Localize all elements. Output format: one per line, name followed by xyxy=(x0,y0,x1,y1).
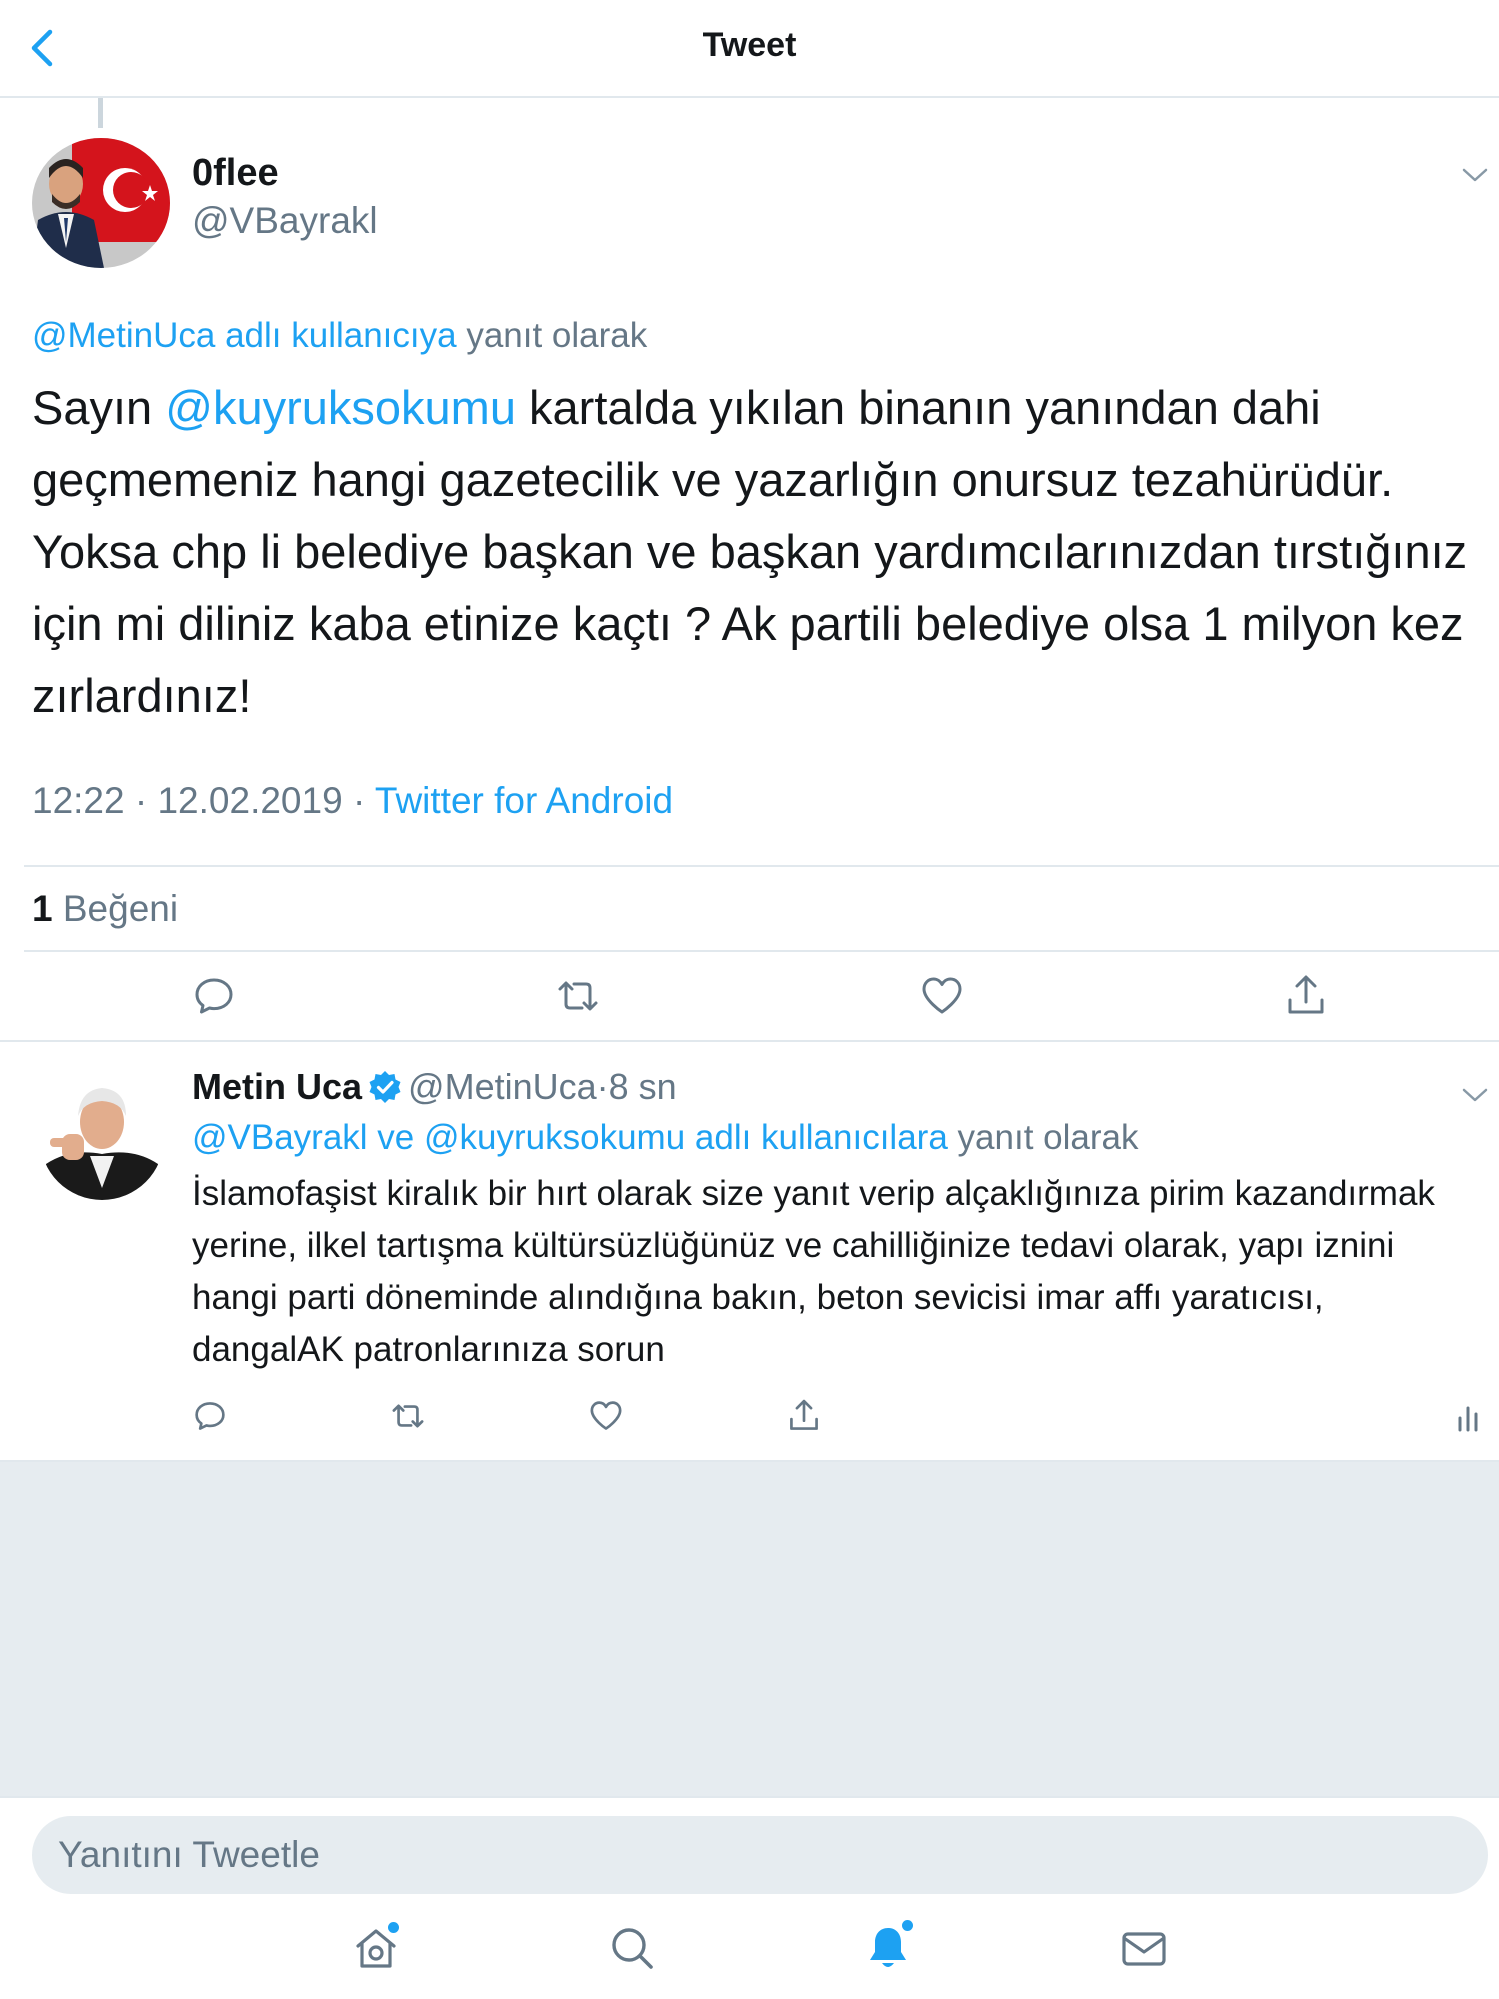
reply-button[interactable] xyxy=(186,968,242,1024)
replying-to-suffix: yanıt olarak xyxy=(456,316,648,355)
replying-to-link[interactable]: @MetinUca adlı kullanıcıya xyxy=(32,316,457,355)
likes-label: Beğeni xyxy=(52,888,179,929)
reply-author-handle[interactable]: @MetinUca xyxy=(408,1066,597,1107)
tweet-time: 12:22 xyxy=(32,780,125,821)
thread-connector-line xyxy=(98,98,103,128)
author-name[interactable]: 0flee xyxy=(192,152,279,195)
chevron-down-icon xyxy=(1462,168,1488,182)
bar-chart-icon xyxy=(1458,1406,1478,1432)
reply-timestamp: 8 sn xyxy=(608,1066,677,1107)
chevron-down-icon xyxy=(1462,1088,1488,1102)
meta-separator: · xyxy=(124,780,158,821)
heart-icon xyxy=(922,977,962,1014)
author-handle[interactable]: @VBayrakl xyxy=(192,200,378,242)
speech-bubble-icon xyxy=(195,1402,225,1430)
speech-bubble-icon xyxy=(195,978,233,1014)
reply-button[interactable] xyxy=(188,1394,232,1438)
verified-badge-icon xyxy=(369,1071,401,1103)
envelope-icon xyxy=(1122,1932,1166,1966)
heart-icon xyxy=(590,1401,622,1430)
avatar-image xyxy=(32,138,170,268)
tweet-text-prefix: Sayın xyxy=(32,381,166,434)
retweet-button[interactable] xyxy=(386,1394,430,1438)
avatar-image xyxy=(40,1076,164,1200)
analytics-button[interactable] xyxy=(1448,1394,1492,1438)
like-button[interactable] xyxy=(914,968,970,1024)
focused-tweet: 0flee @VBayrakl @MetinUca adlı kullanıcı… xyxy=(0,98,1499,1042)
likes-summary[interactable]: 1 Beğeni xyxy=(32,888,178,930)
tweet-options-button[interactable] xyxy=(1460,1084,1490,1106)
replying-to-suffix: yanıt olarak xyxy=(947,1118,1139,1157)
retweet-button[interactable] xyxy=(550,968,606,1024)
author-avatar[interactable] xyxy=(32,138,170,268)
top-navigation-bar: Tweet xyxy=(0,0,1499,98)
new-content-indicator xyxy=(388,1922,399,1933)
tab-search[interactable] xyxy=(600,1916,664,1980)
reply-action-bar xyxy=(0,1394,1499,1444)
tweet-source-link[interactable]: Twitter for Android xyxy=(375,780,673,821)
reply-header: Metin Uca @MetinUca·8 sn xyxy=(192,1066,677,1108)
like-button[interactable] xyxy=(584,1394,628,1438)
replying-to-link[interactable]: @VBayrakl ve @kuyruksokumu adlı kullanıc… xyxy=(192,1118,948,1157)
empty-replies-area xyxy=(0,1460,1499,1796)
divider xyxy=(24,865,1499,867)
reply-tweet-text: İslamofaşist kiralık bir hırt olarak siz… xyxy=(192,1174,1435,1369)
tweet-text: Sayın @kuyruksokumu kartalda yıkılan bin… xyxy=(32,372,1472,732)
tab-notifications[interactable] xyxy=(856,1916,920,1980)
mention-link[interactable]: @kuyruksokumu xyxy=(165,381,516,434)
tab-messages[interactable] xyxy=(1112,1916,1176,1980)
reply-tweet[interactable]: Metin Uca @MetinUca·8 sn @VBayrakl ve @k… xyxy=(0,1042,1499,1460)
divider xyxy=(24,950,1499,952)
reply-compose-input[interactable]: Yanıtını Tweetle xyxy=(32,1816,1488,1894)
likes-count: 1 xyxy=(32,888,53,929)
share-button[interactable] xyxy=(1278,968,1334,1024)
bottom-tab-bar xyxy=(0,1916,1499,1996)
reply-author-name[interactable]: Metin Uca xyxy=(192,1066,362,1107)
new-content-indicator xyxy=(902,1920,913,1931)
tweet-action-bar xyxy=(0,968,1499,1028)
meta-separator: · xyxy=(342,780,375,821)
share-icon xyxy=(1288,975,1324,1014)
retweet-icon xyxy=(392,1404,424,1428)
share-icon xyxy=(790,1399,818,1430)
replying-to-context: @VBayrakl ve @kuyruksokumu adlı kullanıc… xyxy=(192,1118,1138,1158)
reply-author-avatar[interactable] xyxy=(40,1076,164,1200)
tweet-options-button[interactable] xyxy=(1460,164,1490,186)
retweet-icon xyxy=(558,981,598,1011)
share-button[interactable] xyxy=(782,1394,826,1438)
tweet-metadata: 12:22 · 12.02.2019 · Twitter for Android xyxy=(32,780,673,822)
search-icon xyxy=(612,1928,653,1969)
meta-separator: · xyxy=(596,1066,609,1107)
tab-home[interactable] xyxy=(344,1916,408,1980)
replying-to-context: @MetinUca adlı kullanıcıya yanıt olarak xyxy=(32,316,647,356)
bottom-panel: Yanıtını Tweetle xyxy=(0,1796,1499,1999)
page-title: Tweet xyxy=(702,26,797,64)
tweet-date: 12.02.2019 xyxy=(157,780,343,821)
